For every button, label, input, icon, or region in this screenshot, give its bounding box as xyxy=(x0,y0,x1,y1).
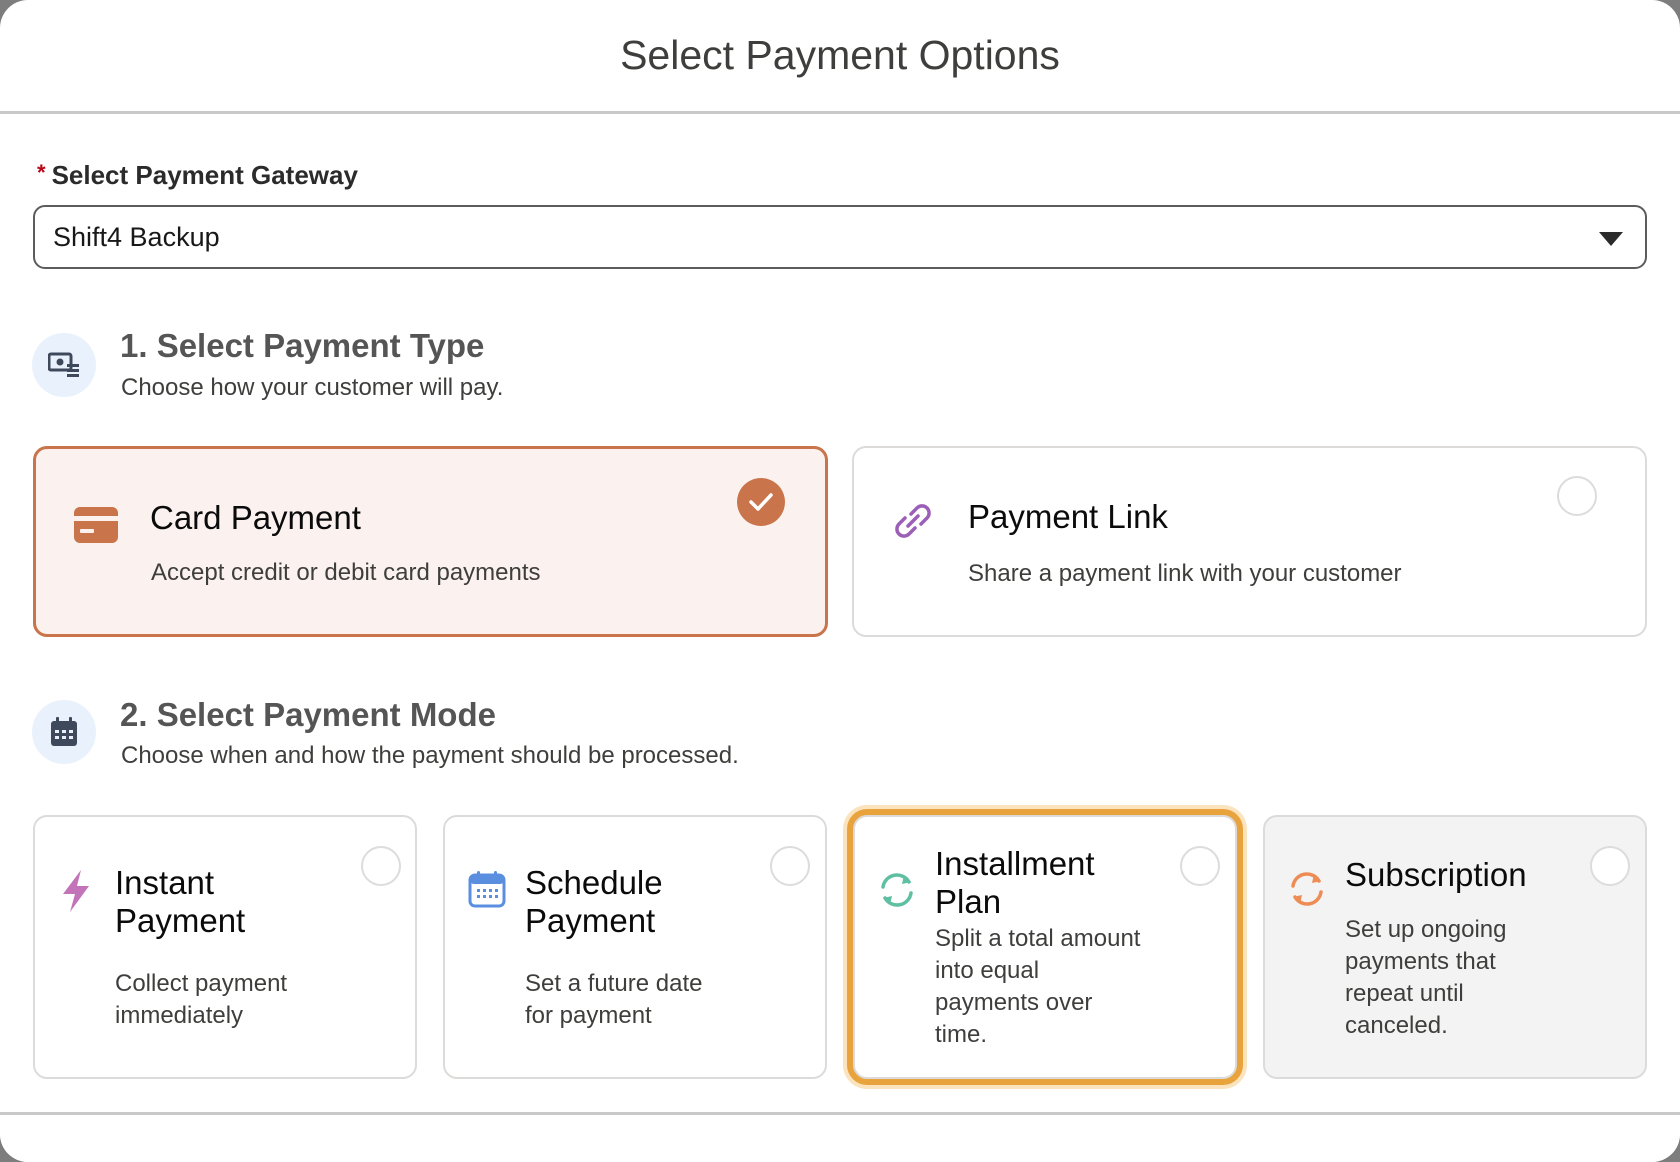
credit-card-icon xyxy=(73,505,119,545)
installment-plan-option[interactable]: Installment Plan Split a total amount in… xyxy=(853,815,1237,1079)
payment-mode-subtitle: Choose when and how the payment should b… xyxy=(121,742,739,769)
installment-plan-title: Installment Plan xyxy=(935,845,1095,920)
payment-type-title: 1. Select Payment Type xyxy=(120,327,485,364)
lightning-icon xyxy=(57,867,95,915)
card-payment-title: Card Payment xyxy=(150,499,361,536)
gateway-select[interactable]: Shift4 Backup xyxy=(33,205,1647,269)
installment-plan-radio[interactable] xyxy=(1180,846,1220,886)
check-icon xyxy=(737,478,785,526)
refresh-icon xyxy=(1285,867,1329,911)
subscription-option[interactable]: Subscription Set up ongoing payments tha… xyxy=(1263,815,1647,1079)
instant-payment-description: Collect payment immediately xyxy=(115,970,288,1029)
gateway-label-text: Select Payment Gateway xyxy=(51,160,358,190)
schedule-payment-radio[interactable] xyxy=(770,846,810,886)
gateway-select-value: Shift4 Backup xyxy=(53,221,220,252)
schedule-payment-description: Set a future date for payment xyxy=(525,970,703,1029)
schedule-payment-title: Schedule Payment xyxy=(525,864,663,939)
installment-plan-description: Split a total amount into equal payments… xyxy=(935,925,1141,1048)
modal-title: Select Payment Options xyxy=(620,32,1060,78)
payment-link-title: Payment Link xyxy=(968,498,1168,535)
money-icon xyxy=(32,333,96,397)
payment-link-radio[interactable] xyxy=(1557,476,1597,516)
chevron-down-icon xyxy=(1599,232,1623,246)
card-payment-option[interactable]: Card Payment Accept credit or debit card… xyxy=(33,446,828,637)
gateway-label: * Select Payment Gateway xyxy=(37,160,358,191)
subscription-title: Subscription xyxy=(1345,856,1527,893)
payment-options-modal: Select Payment Options * Select Payment G… xyxy=(0,0,1680,1162)
modal-header: Select Payment Options xyxy=(0,0,1680,114)
calendar-icon xyxy=(467,869,507,909)
subscription-description: Set up ongoing payments that repeat unti… xyxy=(1345,916,1507,1039)
calendar-icon xyxy=(32,700,96,764)
modal-footer xyxy=(0,1112,1680,1162)
payment-link-description: Share a payment link with your customer xyxy=(968,560,1402,587)
instant-payment-title: Instant Payment xyxy=(115,864,246,939)
refresh-icon xyxy=(875,868,919,912)
subscription-radio[interactable] xyxy=(1590,846,1630,886)
card-payment-description: Accept credit or debit card payments xyxy=(151,559,541,586)
instant-payment-option[interactable]: Instant Payment Collect payment immediat… xyxy=(33,815,417,1079)
link-icon xyxy=(890,498,936,544)
payment-mode-title: 2. Select Payment Mode xyxy=(120,696,496,733)
payment-link-option[interactable]: Payment Link Share a payment link with y… xyxy=(852,446,1647,637)
instant-payment-radio[interactable] xyxy=(361,846,401,886)
required-indicator: * xyxy=(37,160,46,185)
schedule-payment-option[interactable]: Schedule Payment Set a future date for p… xyxy=(443,815,827,1079)
payment-type-subtitle: Choose how your customer will pay. xyxy=(121,374,504,401)
